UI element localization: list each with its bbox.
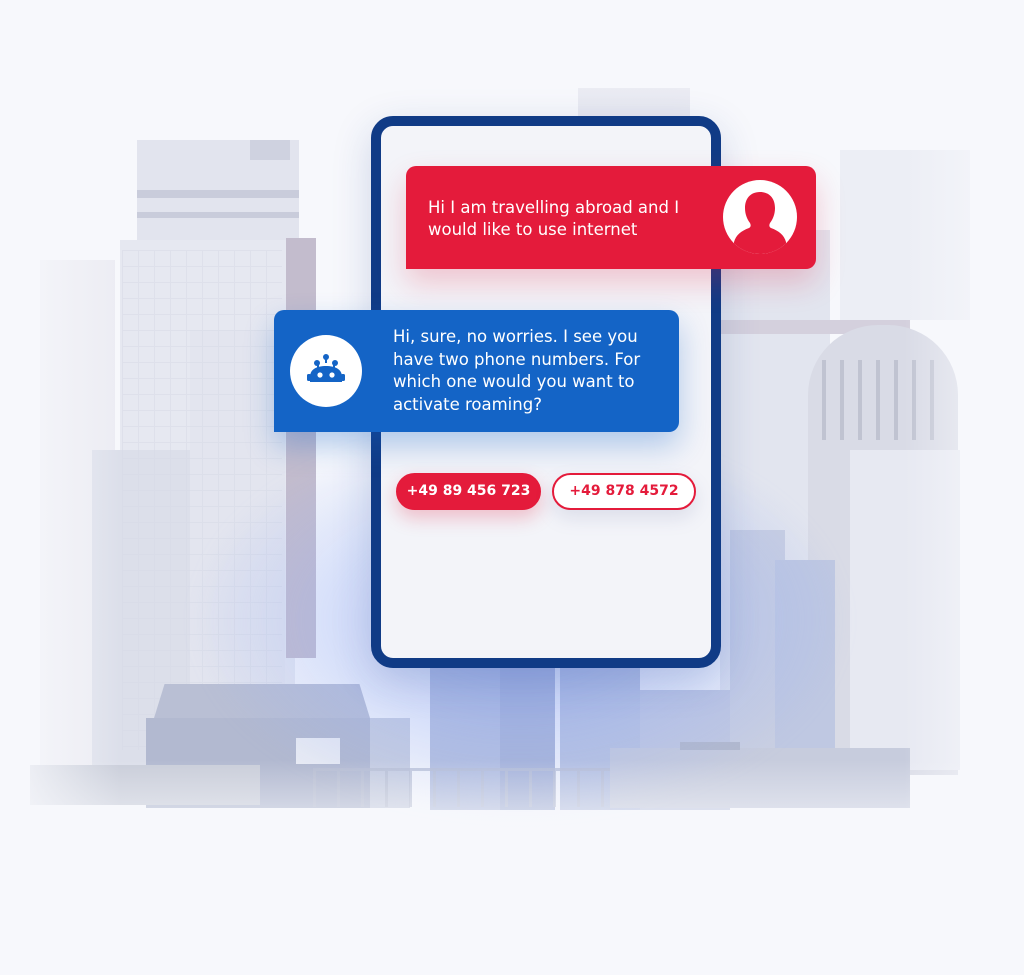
- bot-message-text: Hi, sure, no worries. I see you have two…: [393, 327, 641, 414]
- phone-number-option-1[interactable]: +49 89 456 723: [396, 473, 541, 510]
- illustration-scene: Hi I am travelling abroad and I would li…: [0, 0, 1024, 975]
- user-silhouette-icon: [723, 180, 797, 254]
- robot-icon: [307, 354, 345, 382]
- fade-overlay: [0, 0, 1024, 110]
- fade-overlay: [0, 760, 1024, 975]
- user-silhouette-icon: [734, 192, 786, 254]
- user-message-text: Hi I am travelling abroad and I would li…: [428, 198, 680, 239]
- bot-message-bubble: Hi, sure, no worries. I see you have two…: [274, 310, 679, 432]
- robot-icon: [290, 335, 362, 407]
- user-message-bubble: Hi I am travelling abroad and I would li…: [406, 166, 816, 269]
- phone-number-option-2[interactable]: +49 878 4572: [552, 473, 696, 510]
